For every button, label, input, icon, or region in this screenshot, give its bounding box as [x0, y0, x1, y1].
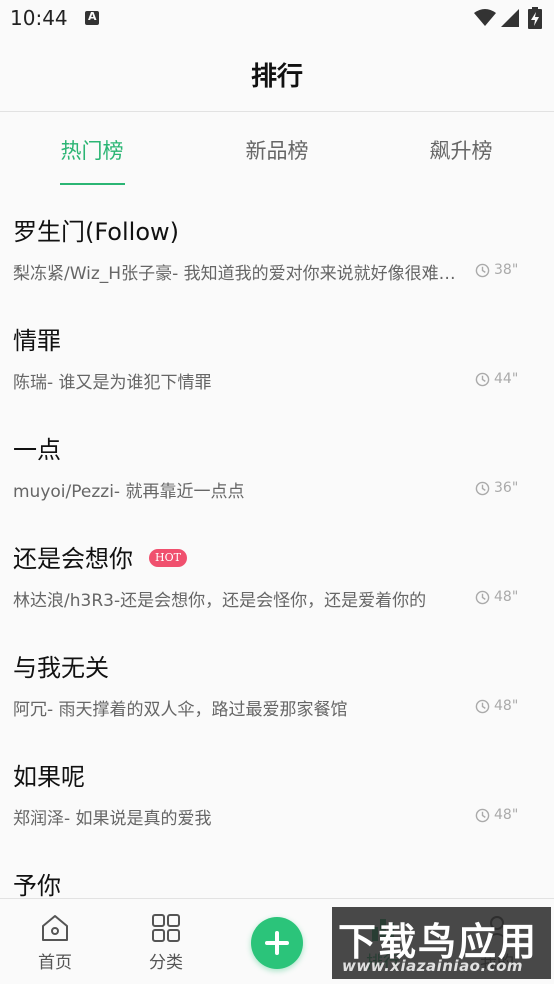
battery-icon: [528, 7, 542, 29]
song-title: 予你: [13, 872, 61, 898]
song-title-row: 还是会想你 HOT: [13, 539, 187, 574]
song-subtitle: 郑润泽- 如果说是真的爱我: [13, 809, 212, 829]
clock-icon: [475, 808, 490, 822]
grid-icon: [152, 914, 180, 942]
tab-new[interactable]: 新品榜: [185, 135, 369, 165]
duration-text: 48": [494, 807, 519, 823]
clock-icon: [475, 481, 490, 495]
song-duration: 44": [475, 371, 518, 387]
song-title: 罗生门(Follow): [13, 218, 180, 246]
duration-text: 48": [494, 698, 519, 714]
tab-rising[interactable]: 飙升榜: [369, 135, 553, 165]
song-duration: 36": [475, 480, 518, 496]
list-item[interactable]: 一点 muyoi/Pezzi- 就再靠近一点点 36": [0, 408, 554, 517]
song-title: 一点: [13, 436, 61, 464]
song-subtitle: 林达浪/h3R3-还是会想你，还是会怪你，还是爱着你的: [13, 591, 427, 611]
song-subtitle: 陈瑞- 谁又是为谁犯下情罪: [13, 373, 212, 393]
page-title: 排行: [250, 62, 303, 92]
song-duration: 48": [475, 589, 518, 605]
list-item[interactable]: 罗生门(Follow) 梨冻紧/Wiz_H张子豪- 我知道我的爱对你来说就好像很…: [0, 190, 554, 299]
status-bar: 10:44: [0, 0, 554, 38]
clock-icon: [475, 263, 490, 277]
status-time: 10:44: [10, 6, 68, 30]
nav-home[interactable]: 首页: [15, 913, 95, 973]
clock-icon: [475, 372, 490, 386]
duration-text: 44": [494, 371, 519, 387]
tab-hot[interactable]: 热门榜: [0, 135, 184, 165]
song-title: 情罪: [13, 327, 61, 355]
wifi-icon: [474, 9, 496, 26]
song-duration: 48": [475, 698, 518, 714]
clock-icon: [475, 699, 490, 713]
song-subtitle: 阿冗- 雨天撑着的双人伞，路过最爱那家餐馆: [13, 700, 348, 720]
nav-home-label: 首页: [38, 953, 72, 973]
list-item[interactable]: 与我无关 阿冗- 雨天撑着的双人伞，路过最爱那家餐馆 48": [0, 626, 554, 735]
song-title: 还是会想你: [13, 545, 133, 573]
duration-text: 48": [494, 589, 519, 605]
signal-icon: [501, 9, 519, 27]
watermark-url: www.xiazainiao.com: [342, 957, 524, 975]
hot-badge: HOT: [149, 549, 187, 567]
add-button[interactable]: [251, 917, 303, 969]
song-list[interactable]: 罗生门(Follow) 梨冻紧/Wiz_H张子豪- 我知道我的爱对你来说就好像很…: [0, 190, 554, 898]
song-subtitle: muyoi/Pezzi- 就再靠近一点点: [13, 482, 245, 502]
song-subtitle: 梨冻紧/Wiz_H张子豪- 我知道我的爱对你来说就好像很难收藏的书: [13, 264, 458, 284]
song-title: 如果呢: [13, 763, 85, 791]
header: 排行: [0, 38, 554, 112]
list-item[interactable]: 如果呢 郑润泽- 如果说是真的爱我 48": [0, 735, 554, 844]
duration-text: 38": [494, 262, 519, 278]
song-duration: 48": [475, 807, 518, 823]
song-duration: 38": [475, 262, 518, 278]
duration-text: 36": [494, 480, 519, 496]
clock-icon: [475, 590, 490, 604]
home-icon: [42, 915, 68, 941]
app-screen: 10:44 排行 热门榜 新品榜 飙升榜 罗生门(Follow) 梨冻紧/Wiz…: [0, 0, 554, 984]
watermark: 下载鸟应用 www.xiazainiao.com: [332, 907, 551, 979]
notification-a-icon: [85, 10, 99, 25]
list-item[interactable]: 还是会想你 HOT 林达浪/h3R3-还是会想你，还是会怪你，还是爱着你的 48": [0, 517, 554, 626]
song-title: 与我无关: [13, 654, 109, 682]
nav-category[interactable]: 分类: [126, 913, 206, 973]
list-item[interactable]: 予你: [0, 844, 554, 898]
list-item[interactable]: 情罪 陈瑞- 谁又是为谁犯下情罪 44": [0, 299, 554, 408]
tab-indicator: [60, 183, 125, 185]
nav-category-label: 分类: [149, 953, 183, 973]
rank-tabs: 热门榜 新品榜 飙升榜: [0, 113, 554, 187]
